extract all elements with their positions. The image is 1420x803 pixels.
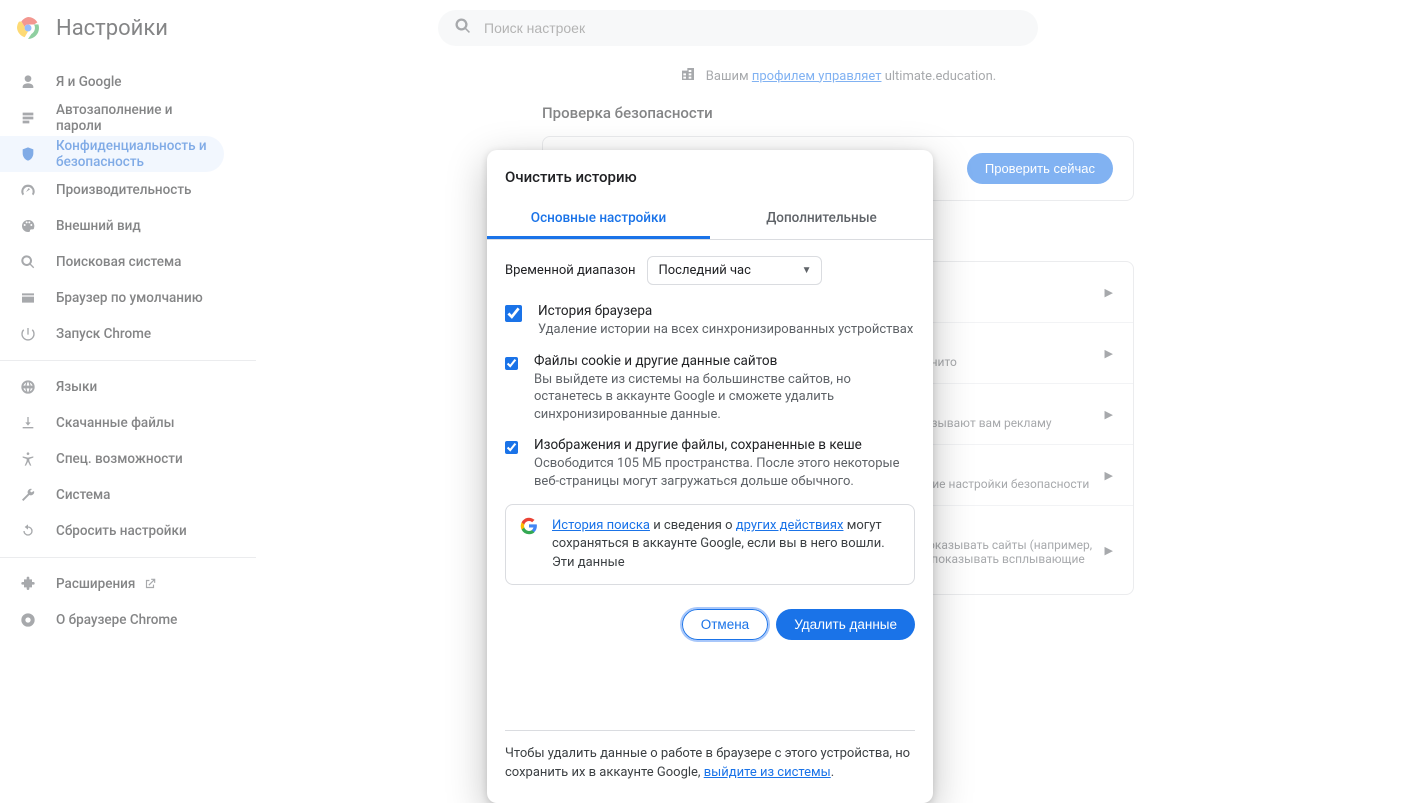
note-text: История поиска и сведения о других дейст… [552,517,900,572]
other-activity-link[interactable]: других действиях [736,518,844,533]
option-sub: Освободится 105 МБ пространства. После э… [534,455,915,490]
checkbox-browsing-history[interactable] [505,305,522,322]
cancel-button[interactable]: Отмена [682,609,768,640]
time-range-dropdown[interactable]: Последний час ▼ [647,256,822,285]
tab-basic[interactable]: Основные настройки [487,198,710,239]
tab-advanced[interactable]: Дополнительные [710,198,933,239]
time-range-value: Последний час [658,263,750,278]
sign-out-link[interactable]: выйдите из системы [704,765,831,780]
option-sub: Вы выйдете из системы на большинстве сай… [534,371,915,424]
option-title: Изображения и другие файлы, сохраненные … [534,437,915,453]
checkbox-cached-images[interactable] [505,439,518,456]
clear-browsing-data-dialog: Очистить историю Основные настройки Допо… [487,150,933,803]
option-sub: Удаление истории на всех синхронизирован… [538,321,913,339]
checkbox-cookies[interactable] [505,355,518,372]
time-range-label: Временной диапазон [505,263,635,278]
dialog-title: Очистить историю [487,150,933,198]
search-history-link[interactable]: История поиска [552,518,650,533]
clear-data-button[interactable]: Удалить данные [776,609,915,640]
google-account-note: История поиска и сведения о других дейст… [505,504,915,585]
option-title: История браузера [538,303,913,319]
dialog-footer: Чтобы удалить данные о работе в браузере… [487,731,933,803]
chevron-down-icon: ▼ [802,265,812,276]
google-icon [520,517,538,535]
option-title: Файлы cookie и другие данные сайтов [534,353,915,369]
